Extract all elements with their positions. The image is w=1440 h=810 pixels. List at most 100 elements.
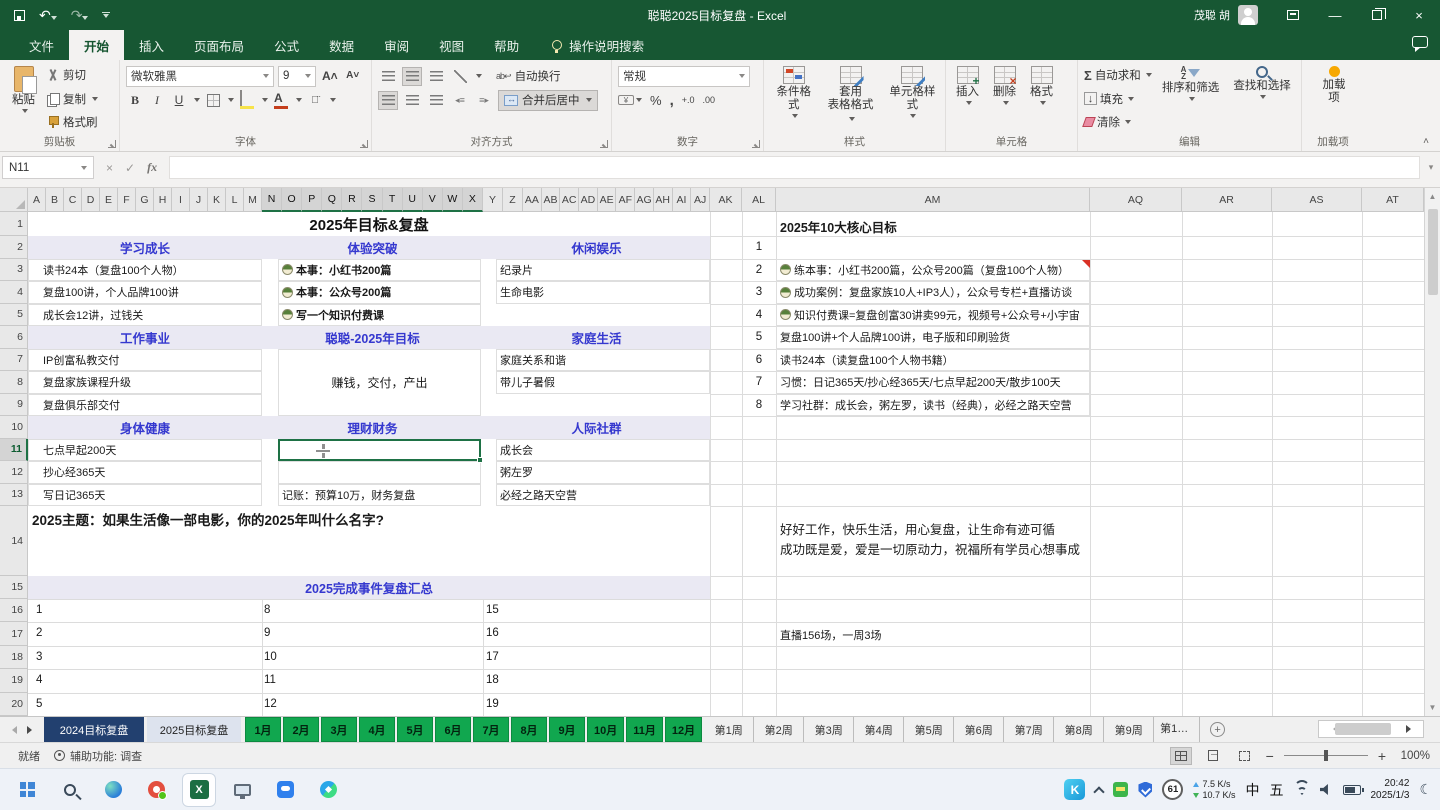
column-header-H[interactable]: H	[154, 188, 172, 212]
sheet-tab-month[interactable]: 11月	[626, 717, 663, 742]
accessibility-status[interactable]: 辅助功能: 调查	[54, 748, 142, 764]
cell[interactable]: 写日记365天	[28, 484, 262, 507]
vertical-scrollbar[interactable]: ▲ ▼	[1424, 188, 1440, 716]
column-header-A[interactable]: A	[28, 188, 46, 212]
sheet-tab-week[interactable]: 第4周	[854, 717, 904, 742]
ribbon-display-options-button[interactable]	[1272, 0, 1314, 30]
wifi-icon[interactable]	[1294, 784, 1310, 796]
theme-cell[interactable]: 2025主题：如果生活像一部电影，你的2025年叫什么名字?	[32, 509, 384, 529]
taskbar-docs-icon[interactable]	[311, 773, 345, 807]
page-break-view-button[interactable]	[1234, 747, 1256, 765]
minimize-button[interactable]: —	[1314, 0, 1356, 30]
column-header-AG[interactable]: AG	[635, 188, 654, 212]
goal-number[interactable]: 1	[742, 241, 776, 253]
column-header-AB[interactable]: AB	[542, 188, 561, 212]
goal-number[interactable]: 5	[742, 331, 776, 343]
sheet-tab-month[interactable]: 3月	[321, 717, 357, 742]
collapse-ribbon-icon[interactable]: ˄	[1420, 135, 1432, 147]
ime-mode-indicator[interactable]: 五	[1270, 780, 1284, 800]
sheet-tab-week[interactable]: 第7周	[1004, 717, 1054, 742]
column-header-E[interactable]: E	[100, 188, 118, 212]
tell-me-search[interactable]: 操作说明搜索	[552, 30, 644, 60]
summary-cell[interactable]: 17	[486, 651, 499, 663]
fill-handle[interactable]	[477, 457, 483, 463]
delete-cells-button[interactable]: 删除	[989, 64, 1020, 133]
ribbon-tab-审阅[interactable]: 审阅	[369, 30, 424, 60]
network-speed[interactable]: 7.5 K/s 10.7 K/s	[1193, 779, 1235, 801]
taskbar-excel-icon[interactable]: X	[182, 773, 216, 807]
column-header-S[interactable]: S	[362, 188, 382, 212]
sheet-tab-month[interactable]: 12月	[665, 717, 702, 742]
column-header-K[interactable]: K	[208, 188, 226, 212]
night-mode-icon[interactable]: ☾	[1419, 781, 1432, 798]
column-header-AS[interactable]: AS	[1272, 188, 1362, 212]
ribbon-tab-帮助[interactable]: 帮助	[479, 30, 534, 60]
taskbar-chat-icon[interactable]	[268, 773, 302, 807]
summary-cell[interactable]: 1	[36, 604, 42, 616]
insert-cells-button[interactable]: 插入	[952, 64, 983, 133]
column-header-AQ[interactable]: AQ	[1090, 188, 1182, 212]
fill-button[interactable]: ↓填充	[1084, 90, 1152, 108]
section-header[interactable]: 休闲娱乐	[483, 236, 710, 259]
sheet-tab-week[interactable]: 第9周	[1104, 717, 1154, 742]
format-as-table-button[interactable]: 套用表格格式	[823, 64, 877, 133]
cell[interactable]: 成长会12讲，过钱关	[28, 304, 262, 327]
avatar[interactable]	[1238, 5, 1258, 25]
sheet-tab-week[interactable]: 第8周	[1054, 717, 1104, 742]
sheet-tab[interactable]: 2024目标复盘	[44, 717, 144, 742]
horizontal-scrollbar[interactable]	[1318, 720, 1424, 738]
column-header-X[interactable]: X	[463, 188, 483, 212]
tray-badge[interactable]: 61	[1162, 779, 1183, 800]
column-header-Y[interactable]: Y	[483, 188, 503, 212]
tab-scroll-right-icon[interactable]	[27, 726, 32, 734]
decrease-decimal-button[interactable]: .00	[703, 95, 716, 105]
column-header-F[interactable]: F	[118, 188, 136, 212]
taskbar-start-icon[interactable]	[10, 773, 44, 807]
tray-k-app-icon[interactable]: K	[1064, 779, 1085, 800]
align-middle-button[interactable]	[402, 67, 422, 86]
column-header-AJ[interactable]: AJ	[691, 188, 710, 212]
battery-icon[interactable]	[1343, 785, 1361, 795]
column-header-Z[interactable]: Z	[503, 188, 523, 212]
column-header-V[interactable]: V	[423, 188, 443, 212]
goal-number[interactable]: 6	[742, 354, 776, 366]
summary-cell[interactable]: 16	[486, 627, 499, 639]
borders-button[interactable]	[204, 90, 222, 110]
sheet-tab-month[interactable]: 1月	[245, 717, 281, 742]
ribbon-tab-开始[interactable]: 开始	[69, 30, 124, 60]
hscroll-thumb[interactable]	[1335, 723, 1391, 735]
goal-item[interactable]: 复盘100讲+个人品牌100讲，电子版和印刷验货	[776, 326, 1090, 349]
restore-button[interactable]	[1356, 0, 1398, 30]
cell-styles-button[interactable]: 单元格样式	[884, 64, 941, 133]
column-header-R[interactable]: R	[342, 188, 362, 212]
cell[interactable]: 本事：小红书200篇	[278, 259, 481, 282]
column-header-P[interactable]: P	[302, 188, 322, 212]
sheet-tab-week[interactable]: 第1周	[704, 717, 754, 742]
cell[interactable]: 生命电影	[496, 281, 710, 304]
ribbon-tab-插入[interactable]: 插入	[124, 30, 179, 60]
fill-color-button[interactable]	[238, 90, 256, 110]
merge-center-button[interactable]: 合并后居中	[498, 90, 598, 111]
decrease-font-button[interactable]: A˅	[344, 66, 362, 86]
goal-number[interactable]: 8	[742, 399, 776, 411]
clear-button[interactable]: 清除	[1084, 113, 1152, 131]
sheet-tab-week[interactable]: 第10周	[1154, 717, 1200, 742]
goal-number[interactable]: 4	[742, 309, 776, 321]
sheet-tab-month[interactable]: 8月	[511, 717, 547, 742]
vscroll-thumb[interactable]	[1428, 209, 1438, 295]
note-line[interactable]: 好好工作，快乐生活，用心复盘，让生命有迹可循	[780, 519, 1055, 538]
bold-button[interactable]: B	[126, 90, 144, 110]
cell[interactable]: 成长会	[496, 439, 710, 462]
goal-item[interactable]: 习惯：日记365天/抄心经365天/七点早起200天/散步100天	[776, 371, 1090, 394]
column-header-U[interactable]: U	[403, 188, 423, 212]
dialog-launcher-icon[interactable]	[600, 140, 608, 148]
align-center-button[interactable]	[402, 91, 422, 110]
summary-cell[interactable]: 5	[36, 698, 42, 710]
sort-filter-button[interactable]: AZ 排序和筛选	[1158, 64, 1224, 133]
taskbar-browser-icon[interactable]	[139, 773, 173, 807]
align-top-button[interactable]	[378, 67, 398, 86]
section-header[interactable]: 工作事业	[28, 326, 262, 349]
scroll-down-icon[interactable]: ▼	[1425, 699, 1440, 716]
goal-item[interactable]: 知识付费课=复盘创富30讲卖99元，视频号+公众号+小宇宙	[776, 304, 1090, 327]
cell[interactable]: 写一个知识付费课	[278, 304, 481, 327]
